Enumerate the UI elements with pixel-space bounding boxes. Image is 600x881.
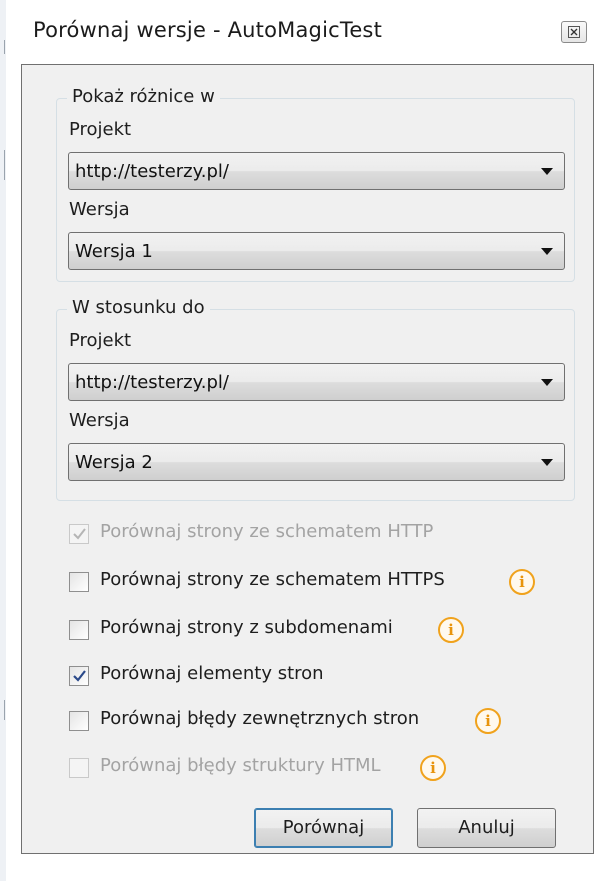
option-label: Porównaj błędy struktury HTML [100,755,381,776]
source-project-label: Projekt [69,119,132,140]
close-icon [568,26,580,38]
source-version-dropdown[interactable]: Wersja 1 [68,232,565,270]
show-differences-group: Pokaż różnice w Projekt http://testerzy.… [56,86,575,282]
chevron-down-icon [541,248,553,255]
compare-versions-dialog: Porównaj wersje - AutoMagicTest Pokaż ró… [13,0,600,881]
option-label: Porównaj strony z subdomenami [100,617,393,638]
window-title: Porównaj wersje - AutoMagicTest [33,18,383,42]
checkbox-html-structure-errors[interactable] [69,758,89,778]
chevron-down-icon [541,168,553,175]
option-label: Porównaj strony ze schematem HTTP [100,521,434,542]
option-label: Porównaj elementy stron [100,663,324,684]
chevron-down-icon [541,459,553,466]
compare-button[interactable]: Porównaj [254,808,393,848]
show-differences-group-title: Pokaż różnice w [67,86,220,107]
target-project-value: http://testerzy.pl/ [75,372,229,393]
source-version-label: Wersja [69,199,130,220]
source-project-dropdown[interactable]: http://testerzy.pl/ [68,152,565,190]
checkbox-page-elements[interactable] [69,666,89,686]
target-version-label: Wersja [69,410,130,431]
dialog-content: Pokaż różnice w Projekt http://testerzy.… [21,64,594,854]
cancel-button[interactable]: Anuluj [417,808,556,848]
checkbox-http-scheme[interactable] [69,524,89,544]
checkbox-subdomains[interactable] [69,620,89,640]
target-project-dropdown[interactable]: http://testerzy.pl/ [68,363,565,401]
target-version-value: Wersja 2 [75,452,153,473]
target-version-dropdown[interactable]: Wersja 2 [68,443,565,481]
close-button[interactable] [561,21,587,43]
left-window-edge [0,0,6,881]
info-icon[interactable]: i [438,617,464,643]
info-icon[interactable]: i [509,569,535,595]
chevron-down-icon [541,379,553,386]
check-mark-icon [73,528,86,540]
compared-to-group: W stosunku do Projekt http://testerzy.pl… [56,297,575,501]
option-label: Porównaj strony ze schematem HTTPS [100,569,445,590]
info-icon[interactable]: i [475,708,501,734]
source-version-value: Wersja 1 [75,241,153,262]
source-project-value: http://testerzy.pl/ [75,161,229,182]
option-label: Porównaj błędy zewnętrznych stron [100,708,420,729]
check-mark-icon [73,670,86,682]
checkbox-external-page-errors[interactable] [69,711,89,731]
target-project-label: Projekt [69,330,132,351]
compared-to-group-title: W stosunku do [67,297,210,318]
title-bar: Porównaj wersje - AutoMagicTest [13,0,600,64]
checkbox-https-scheme[interactable] [69,572,89,592]
info-icon[interactable]: i [420,755,446,781]
